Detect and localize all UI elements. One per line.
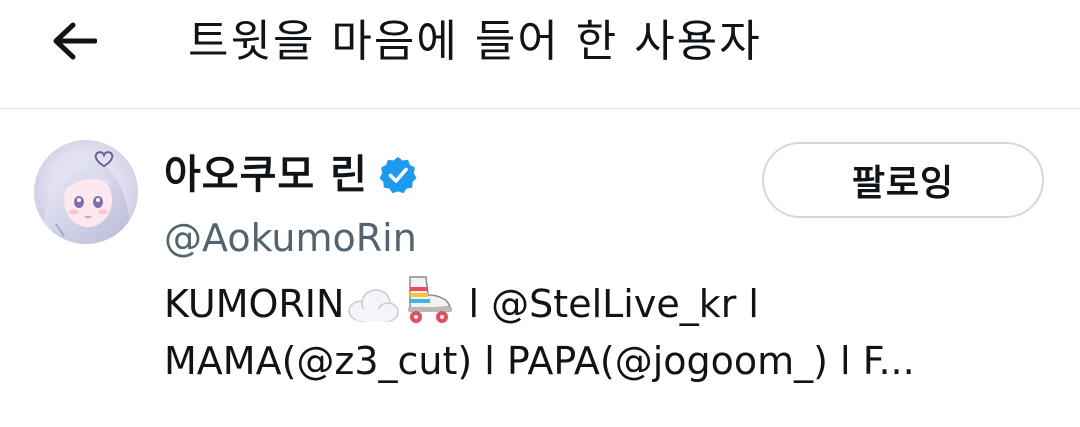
verified-badge-icon: [379, 157, 417, 194]
avatar-image: [34, 140, 138, 244]
bio-line-2: MAMA(@z3_cut) l PAPA(@jogoom_) l F...: [164, 339, 915, 383]
bio-text: KUMORIN: [164, 282, 345, 326]
user-cell[interactable]: 아오쿠모 린 @AokumoRin 팔로잉 KUMORIN l @StelLiv…: [0, 109, 1080, 427]
avatar[interactable]: [34, 140, 138, 244]
following-button[interactable]: 팔로잉: [762, 142, 1044, 218]
arrow-left-icon: [53, 22, 97, 60]
bio-line-1: KUMORIN l @StelLive_kr l: [164, 273, 1044, 332]
display-name[interactable]: 아오쿠모 린: [164, 149, 368, 201]
back-button[interactable]: [42, 14, 106, 68]
top-bar: 트윗을 마음에 들어 한 사용자: [0, 0, 1080, 109]
user-bio: KUMORIN l @StelLive_kr l MAMA(@z3_cut) l…: [164, 273, 1044, 391]
user-handle[interactable]: @AokumoRin: [164, 213, 417, 263]
page-title: 트윗을 마음에 들어 한 사용자: [188, 16, 762, 67]
name-line: 아오쿠모 린: [164, 149, 418, 201]
bio-text: l @StelLive_kr l: [456, 282, 759, 326]
